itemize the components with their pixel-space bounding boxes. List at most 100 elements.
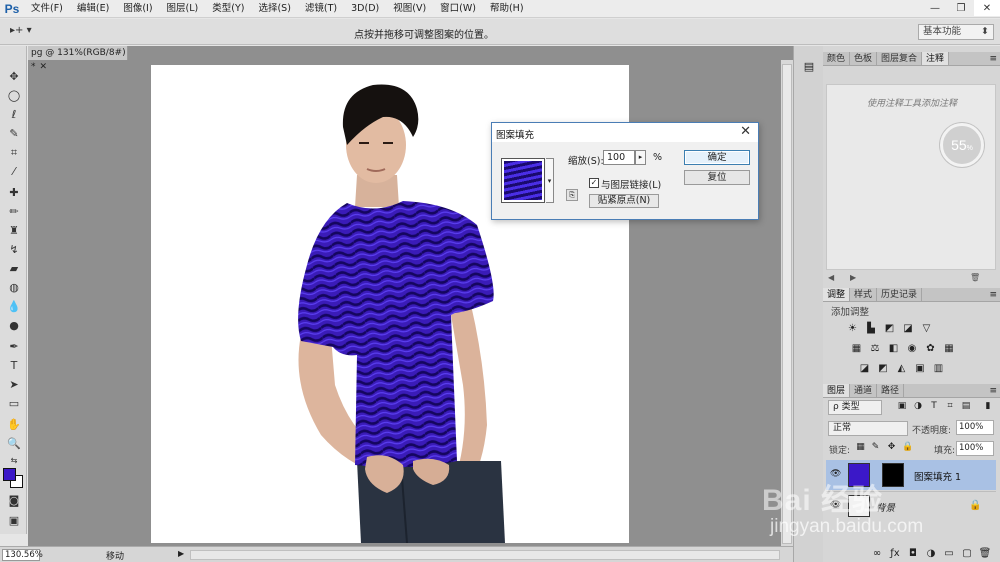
- zoom-tool-icon[interactable]: 🔍: [5, 435, 23, 452]
- menu-image[interactable]: 图像(I): [116, 0, 159, 18]
- tab-notes[interactable]: 注释: [922, 52, 950, 65]
- tab-color[interactable]: 颜色: [823, 52, 851, 65]
- minimize-icon[interactable]: —: [922, 0, 948, 16]
- close-icon[interactable]: ✕: [974, 0, 1000, 16]
- status-menu-icon[interactable]: ▶: [178, 549, 184, 558]
- document-tab[interactable]: pg @ 131%(RGB/8#) * ✕: [28, 46, 128, 72]
- tab-channels[interactable]: 通道: [850, 384, 878, 397]
- menu-view[interactable]: 视图(V): [386, 0, 433, 18]
- photo-filter-icon[interactable]: ◉: [905, 342, 920, 355]
- threshold-icon[interactable]: ◭: [894, 362, 909, 375]
- delete-layer-icon[interactable]: 🗑: [976, 546, 994, 562]
- snap-to-origin-button[interactable]: 贴紧原点(N): [589, 194, 659, 208]
- hand-tool-icon[interactable]: ✋: [5, 416, 23, 433]
- color-balance-icon[interactable]: ⚖: [868, 342, 883, 355]
- rectangle-tool-icon[interactable]: ▭: [5, 395, 23, 412]
- tool-preset-picker[interactable]: ▸+ ▾: [10, 25, 44, 39]
- move-tool-icon[interactable]: ✥: [5, 68, 23, 85]
- opacity-field[interactable]: 100%: [956, 420, 994, 435]
- dodge-tool-icon[interactable]: ●: [5, 317, 23, 334]
- menu-layer[interactable]: 图层(L): [160, 0, 206, 18]
- new-group-icon[interactable]: ▭: [940, 546, 958, 562]
- lock-transparent-icon[interactable]: ▦: [855, 442, 866, 454]
- blend-mode-select[interactable]: 正常: [828, 421, 908, 436]
- posterize-icon[interactable]: ◩: [876, 362, 891, 375]
- curves-icon[interactable]: ◩: [882, 322, 897, 335]
- layer-kind-select[interactable]: ρ 类型: [828, 400, 882, 415]
- dialog-titlebar[interactable]: 图案填充 ✕: [492, 123, 758, 142]
- scrollbar-thumb[interactable]: [782, 64, 792, 544]
- reset-button[interactable]: 复位: [684, 170, 750, 185]
- brightness-icon[interactable]: ☀: [845, 322, 860, 335]
- fill-field[interactable]: 100%: [956, 441, 994, 456]
- tab-layer-comps[interactable]: 图层复合: [877, 52, 923, 65]
- tab-adjustments[interactable]: 调整: [823, 288, 851, 301]
- lasso-tool-icon[interactable]: ℓ: [5, 106, 23, 123]
- workspace-select[interactable]: 基本功能 ⬍: [918, 24, 994, 40]
- menu-edit[interactable]: 编辑(E): [70, 0, 116, 18]
- blur-tool-icon[interactable]: 💧: [5, 298, 23, 315]
- vibrance-icon[interactable]: ▽: [919, 322, 934, 335]
- brush-tool-icon[interactable]: ✏: [5, 203, 23, 220]
- pen-tool-icon[interactable]: ✒: [5, 338, 23, 355]
- screen-mode-icon[interactable]: ▣: [5, 512, 23, 529]
- healing-brush-tool-icon[interactable]: ✚: [5, 184, 23, 201]
- horizontal-scrollbar[interactable]: [190, 550, 780, 560]
- quick-select-tool-icon[interactable]: ✎: [5, 125, 23, 142]
- create-preset-icon[interactable]: ⎘: [566, 189, 578, 201]
- hue-saturation-icon[interactable]: ▦: [849, 342, 864, 355]
- vertical-scrollbar[interactable]: [781, 60, 793, 546]
- new-adjustment-icon[interactable]: ◑: [922, 546, 940, 562]
- scale-input[interactable]: 100: [603, 150, 635, 165]
- eyedropper-tool-icon[interactable]: ⁄: [5, 163, 23, 180]
- lock-all-icon[interactable]: 🔒: [902, 442, 913, 454]
- smart-object-filter-icon[interactable]: ▤: [960, 401, 972, 413]
- panel-menu-icon[interactable]: ≡: [989, 52, 997, 66]
- eraser-tool-icon[interactable]: ▰: [5, 260, 23, 277]
- maximize-icon[interactable]: ❐: [948, 0, 974, 16]
- foreground-color-swatch[interactable]: [3, 468, 16, 481]
- close-icon[interactable]: ✕: [740, 124, 751, 139]
- link-layers-icon[interactable]: ∞: [868, 546, 886, 562]
- pixel-filter-icon[interactable]: ▣: [896, 401, 908, 413]
- layer-style-icon[interactable]: ƒx: [886, 546, 904, 562]
- lock-pixels-icon[interactable]: ✎: [870, 442, 881, 454]
- menu-3d[interactable]: 3D(D): [344, 0, 386, 18]
- filter-toggle-icon[interactable]: ▮: [982, 401, 994, 413]
- next-note-icon[interactable]: ▶: [850, 273, 856, 282]
- channel-mixer-icon[interactable]: ✿: [923, 342, 938, 355]
- zoom-level-field[interactable]: 130.56%: [2, 549, 43, 561]
- lock-position-icon[interactable]: ✥: [886, 442, 897, 454]
- menu-help[interactable]: 帮助(H): [483, 0, 531, 18]
- pattern-picker-chevron-icon[interactable]: ▾: [546, 158, 554, 203]
- panel-menu-icon[interactable]: ≡: [989, 288, 997, 302]
- close-tab-icon[interactable]: ✕: [40, 62, 48, 72]
- gradient-map-icon[interactable]: ▥: [931, 362, 946, 375]
- history-brush-tool-icon[interactable]: ↯: [5, 241, 23, 258]
- path-select-tool-icon[interactable]: ➤: [5, 376, 23, 393]
- tab-paths[interactable]: 路径: [877, 384, 905, 397]
- menu-file[interactable]: 文件(F): [24, 0, 70, 18]
- new-layer-icon[interactable]: ▢: [958, 546, 976, 562]
- quick-mask-icon[interactable]: ◙: [5, 492, 23, 509]
- add-mask-icon[interactable]: ◘: [904, 546, 922, 562]
- selective-color-icon[interactable]: ▣: [913, 362, 928, 375]
- menu-window[interactable]: 窗口(W): [433, 0, 483, 18]
- bucket-tool-icon[interactable]: ◍: [5, 279, 23, 296]
- delete-note-icon[interactable]: 🗑: [970, 273, 980, 282]
- color-lookup-icon[interactable]: ▦: [942, 342, 957, 355]
- info-panel-icon[interactable]: ▤: [801, 60, 817, 76]
- tab-styles[interactable]: 样式: [850, 288, 878, 301]
- marquee-tool-icon[interactable]: ◯: [5, 87, 23, 104]
- type-tool-icon[interactable]: T: [5, 357, 23, 374]
- tab-swatches[interactable]: 色板: [850, 52, 878, 65]
- shape-filter-icon[interactable]: ⌗: [944, 401, 956, 413]
- menu-select[interactable]: 选择(S): [251, 0, 297, 18]
- tab-layers[interactable]: 图层: [823, 384, 851, 397]
- levels-icon[interactable]: ▙: [864, 322, 879, 335]
- crop-tool-icon[interactable]: ⌗: [5, 144, 23, 161]
- menu-filter[interactable]: 滤镜(T): [298, 0, 344, 18]
- swap-colors-icon[interactable]: ⇆: [5, 452, 23, 469]
- link-with-layer-checkbox[interactable]: ✓: [589, 178, 599, 188]
- pattern-preview[interactable]: [501, 158, 545, 203]
